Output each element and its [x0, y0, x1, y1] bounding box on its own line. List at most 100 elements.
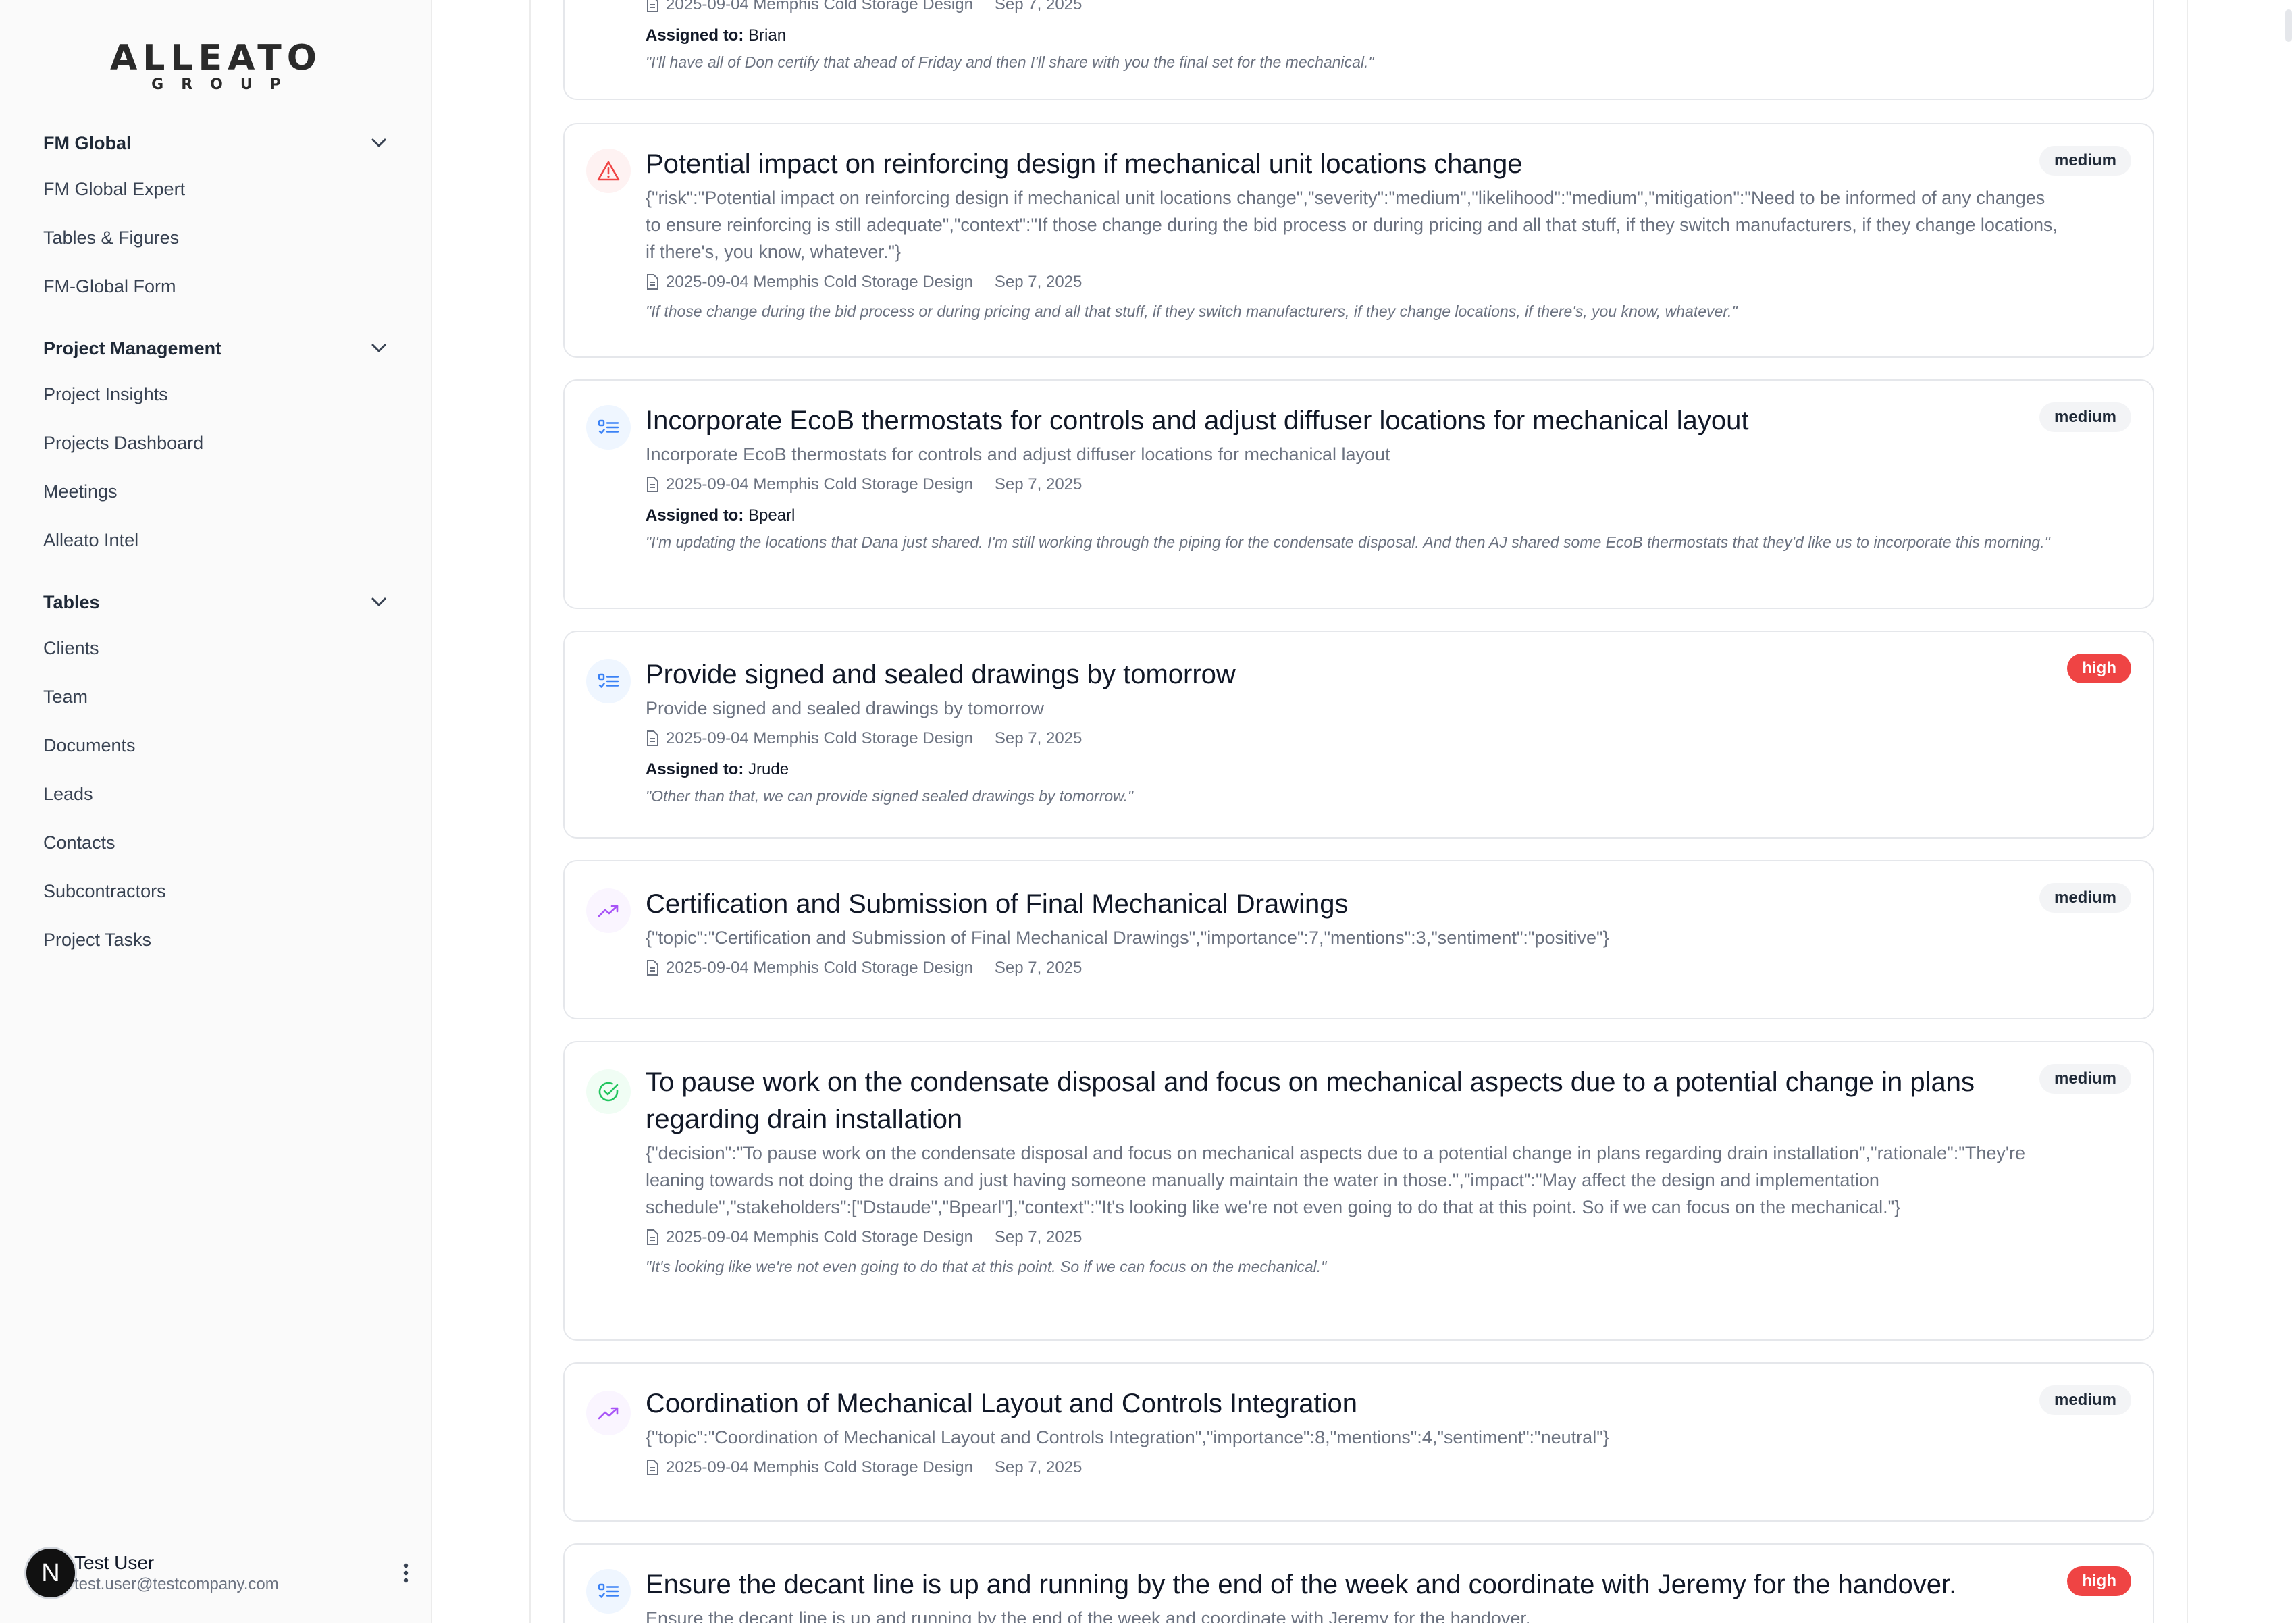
- card-date: Sep 7, 2025: [994, 1228, 1082, 1246]
- list-checks-icon: [586, 659, 631, 703]
- document-name: 2025-09-04 Memphis Cold Storage Design: [666, 475, 973, 494]
- scrollbar[interactable]: [2282, 0, 2296, 1623]
- nav-group-header-tables[interactable]: Tables: [43, 587, 389, 617]
- document-name: 2025-09-04 Memphis Cold Storage Design: [666, 1458, 973, 1476]
- trending-up-icon: [586, 888, 631, 933]
- insight-card[interactable]: Provide signed and sealed drawings by to…: [563, 631, 2154, 839]
- card-title: To pause work on the condensate disposal…: [646, 1067, 1975, 1134]
- card-meta: 2025-09-04 Memphis Cold Storage Design S…: [646, 727, 2058, 750]
- priority-badge: high: [2067, 1566, 2131, 1596]
- card-date: Sep 7, 2025: [994, 729, 1082, 747]
- sidebar-item-contacts[interactable]: Contacts: [43, 818, 389, 867]
- file-icon: [647, 274, 658, 290]
- card-description: Ensure the decant line is up and running…: [646, 1608, 1531, 1623]
- nav-group-project-management: Project Management Project Insights Proj…: [43, 334, 389, 564]
- chevron-down-icon: [369, 338, 389, 358]
- card-description: {"decision":"To pause work on the conden…: [646, 1143, 2026, 1217]
- sidebar-item-project-tasks[interactable]: Project Tasks: [43, 915, 389, 964]
- user-menu[interactable]: N Test User test.user@testcompany.com: [24, 1546, 416, 1600]
- card-description: {"topic":"Coordination of Mechanical Lay…: [646, 1427, 1609, 1447]
- sidebar-item-alleato-intel[interactable]: Alleato Intel: [43, 516, 389, 564]
- scrollbar-thumb[interactable]: [2285, 9, 2292, 42]
- card-document[interactable]: 2025-09-04 Memphis Cold Storage Design: [646, 1228, 973, 1247]
- insight-card[interactable]: 2025-09-04 Memphis Cold Storage Design S…: [563, 0, 2154, 100]
- insight-card[interactable]: Coordination of Mechanical Layout and Co…: [563, 1362, 2154, 1522]
- sidebar-item-leads[interactable]: Leads: [43, 770, 389, 818]
- card-document[interactable]: 2025-09-04 Memphis Cold Storage Design: [646, 959, 973, 978]
- card-assignee: Assigned to: Brian: [646, 24, 2058, 47]
- sidebar: ALLEATO GROUP FM Global FM Global Expert…: [0, 0, 432, 1623]
- chevron-down-icon: [369, 592, 389, 612]
- sidebar-item-clients[interactable]: Clients: [43, 624, 389, 672]
- nav-group-title: FM Global: [43, 132, 132, 153]
- card-meta: 2025-09-04 Memphis Cold Storage Design S…: [646, 1456, 2058, 1479]
- assigned-label: Assigned to:: [646, 26, 744, 45]
- card-document[interactable]: 2025-09-04 Memphis Cold Storage Design: [646, 0, 973, 14]
- priority-badge: medium: [2039, 1385, 2131, 1415]
- priority-badge: high: [2067, 654, 2131, 683]
- list-checks-icon: [586, 1569, 631, 1614]
- assigned-label: Assigned to:: [646, 506, 744, 525]
- priority-badge: medium: [2039, 1064, 2131, 1094]
- card-document[interactable]: 2025-09-04 Memphis Cold Storage Design: [646, 729, 973, 748]
- alleato-logo[interactable]: ALLEATO GROUP: [107, 39, 325, 93]
- nav-group-tables: Tables Clients Team Documents Leads Cont…: [43, 587, 389, 964]
- priority-badge: medium: [2039, 883, 2131, 913]
- nav-group-header-project-management[interactable]: Project Management: [43, 334, 389, 363]
- assignee-name: Bpearl: [748, 506, 795, 525]
- file-icon: [647, 960, 658, 976]
- chevron-down-icon: [369, 133, 389, 153]
- assigned-label: Assigned to:: [646, 760, 744, 778]
- sidebar-item-fm-global-form[interactable]: FM-Global Form: [43, 262, 389, 311]
- nav-group-fm-global: FM Global FM Global Expert Tables & Figu…: [43, 128, 389, 311]
- card-quote: "If those change during the bid process …: [646, 302, 1738, 320]
- card-description: {"topic":"Certification and Submission o…: [646, 928, 1609, 948]
- document-name: 2025-09-04 Memphis Cold Storage Design: [666, 959, 973, 977]
- card-quote: "Other than that, we can provide signed …: [646, 787, 1134, 805]
- list-checks-icon: [586, 405, 631, 450]
- card-meta: 2025-09-04 Memphis Cold Storage Design S…: [646, 957, 2058, 980]
- insight-card[interactable]: Potential impact on reinforcing design i…: [563, 123, 2154, 358]
- priority-badge: medium: [2039, 146, 2131, 176]
- insight-card[interactable]: Certification and Submission of Final Me…: [563, 860, 2154, 1019]
- card-date: Sep 7, 2025: [994, 1458, 1082, 1476]
- nav-group-title: Project Management: [43, 338, 222, 358]
- card-date: Sep 7, 2025: [994, 273, 1082, 291]
- sidebar-item-meetings[interactable]: Meetings: [43, 467, 389, 516]
- sidebar-item-fm-global-expert[interactable]: FM Global Expert: [43, 165, 389, 213]
- document-name: 2025-09-04 Memphis Cold Storage Design: [666, 1228, 973, 1246]
- avatar: N: [24, 1547, 77, 1599]
- card-quote: "It's looking like we're not even going …: [646, 1258, 1327, 1275]
- card-document[interactable]: 2025-09-04 Memphis Cold Storage Design: [646, 273, 973, 292]
- insight-card[interactable]: Incorporate EcoB thermostats for control…: [563, 379, 2154, 609]
- sidebar-item-team[interactable]: Team: [43, 672, 389, 721]
- card-title: Coordination of Mechanical Layout and Co…: [646, 1389, 1357, 1418]
- card-meta: 2025-09-04 Memphis Cold Storage Design S…: [646, 0, 2058, 16]
- sidebar-item-projects-dashboard[interactable]: Projects Dashboard: [43, 419, 389, 467]
- card-assignee: Assigned to: Jrude: [646, 758, 2058, 781]
- file-icon: [647, 1229, 658, 1245]
- sidebar-item-documents[interactable]: Documents: [43, 721, 389, 770]
- logo-subtitle: GROUP: [151, 76, 298, 93]
- card-title: Certification and Submission of Final Me…: [646, 889, 1349, 919]
- assignee-name: Jrude: [748, 760, 789, 778]
- sidebar-item-project-insights[interactable]: Project Insights: [43, 370, 389, 419]
- card-assignee: Assigned to: Bpearl: [646, 504, 2058, 527]
- user-name: Test User: [74, 1552, 155, 1573]
- priority-badge: medium: [2039, 402, 2131, 432]
- more-vertical-icon[interactable]: [396, 1556, 416, 1590]
- trending-up-icon: [586, 1391, 631, 1435]
- card-document[interactable]: 2025-09-04 Memphis Cold Storage Design: [646, 475, 973, 494]
- sidebar-item-tables-figures[interactable]: Tables & Figures: [43, 213, 389, 262]
- card-meta: 2025-09-04 Memphis Cold Storage Design S…: [646, 271, 2058, 294]
- nav-group-header-fm-global[interactable]: FM Global: [43, 128, 389, 158]
- insight-card[interactable]: Ensure the decant line is up and running…: [563, 1543, 2154, 1623]
- card-document[interactable]: 2025-09-04 Memphis Cold Storage Design: [646, 1458, 973, 1477]
- insight-card[interactable]: To pause work on the condensate disposal…: [563, 1041, 2154, 1341]
- sidebar-item-subcontractors[interactable]: Subcontractors: [43, 867, 389, 915]
- user-info: Test User test.user@testcompany.com: [74, 1551, 393, 1595]
- nav-group-title: Tables: [43, 591, 100, 612]
- file-icon: [647, 0, 658, 12]
- card-meta: 2025-09-04 Memphis Cold Storage Design S…: [646, 1226, 2058, 1249]
- card-title: Provide signed and sealed drawings by to…: [646, 660, 1236, 689]
